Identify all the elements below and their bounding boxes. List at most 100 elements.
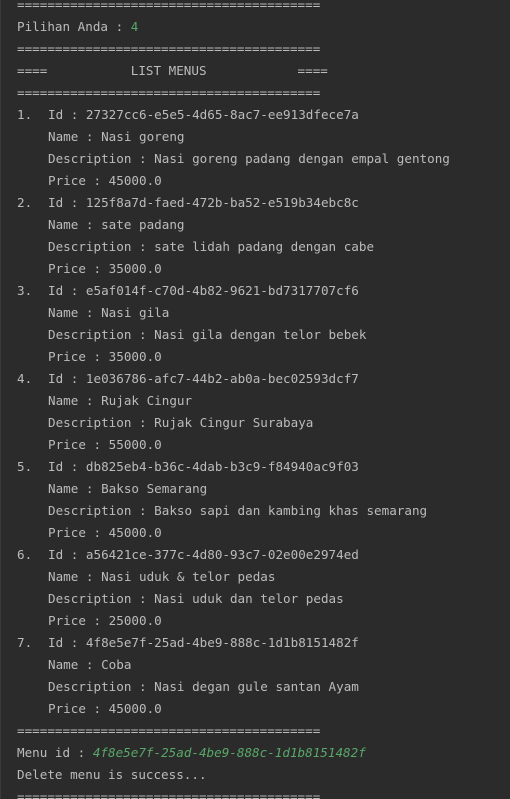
menu-price-line: Price : 25000.0 <box>17 610 450 632</box>
description-label: Description : <box>48 679 155 694</box>
id-label: Id : <box>48 195 86 210</box>
menu-description-value: Nasi goreng padang dengan empal gentong <box>154 151 450 166</box>
menu-entry: 4. Id : 1e036786-afc7-44b2-ab0a-bec02593d… <box>17 368 450 456</box>
separator-line: ======================================== <box>17 789 321 799</box>
menu-id-line: 1. Id : 27327cc6-e5e5-4d65-8ac7-ee913dfec… <box>17 104 450 126</box>
menu-id-value: db825eb4-b36c-4dab-b3c9-f84940ac9f03 <box>85 459 359 474</box>
separator-line: ======================================== <box>17 41 321 56</box>
menu-entry: 1. Id : 27327cc6-e5e5-4d65-8ac7-ee913dfec… <box>17 104 450 192</box>
description-label: Description : <box>48 239 155 254</box>
menu-name-line: Name : sate padang <box>17 214 450 236</box>
menu-entry: 5. Id : db825eb4-b36c-4dab-b3c9-f84940ac9… <box>17 456 450 544</box>
choice-prompt-line: Pilihan Anda : 4 <box>17 16 450 38</box>
menu-id-line: 7. Id : 4f8e5e7f-25ad-4be9-888c-1d1b81514… <box>17 632 450 654</box>
id-label: Id : <box>48 371 86 386</box>
menu-name-line: Name : Coba <box>17 654 450 676</box>
price-label: Price : <box>48 261 109 276</box>
menu-id-value: 27327cc6-e5e5-4d65-8ac7-ee913dfece7a <box>85 107 359 122</box>
menu-entry: 7. Id : 4f8e5e7f-25ad-4be9-888c-1d1b81514… <box>17 632 450 720</box>
menu-price-value: 35000.0 <box>108 261 162 276</box>
name-label: Name : <box>48 657 102 672</box>
result-message: Delete menu is success... <box>17 767 207 782</box>
menu-description-line: Description : sate lidah padang dengan c… <box>17 236 450 258</box>
menu-description-value: Nasi degan gule santan Ayam <box>154 679 359 694</box>
menu-price-value: 55000.0 <box>108 437 162 452</box>
menu-id-prompt-line: Menu id : 4f8e5e7f-25ad-4be9-888c-1d1b81… <box>17 742 450 764</box>
menu-name-value: sate padang <box>101 217 185 232</box>
menu-name-line: Name : Nasi uduk & telor pedas <box>17 566 450 588</box>
menu-description-line: Description : Nasi degan gule santan Aya… <box>17 676 450 698</box>
menu-name-line: Name : Bakso Semarang <box>17 478 450 500</box>
menu-entry: 2. Id : 125f8a7d-faed-472b-ba52-e519b34eb… <box>17 192 450 280</box>
menu-description-value: Nasi uduk dan telor pedas <box>154 591 344 606</box>
list-menus-header: ==== LIST MENUS ==== <box>17 63 328 78</box>
menu-id-line: 2. Id : 125f8a7d-faed-472b-ba52-e519b34eb… <box>17 192 450 214</box>
menu-number: 3. <box>17 283 33 298</box>
description-label: Description : <box>48 151 155 166</box>
menu-price-line: Price : 45000.0 <box>17 522 450 544</box>
choice-input-value: 4 <box>130 19 139 34</box>
menu-id-line: 3. Id : e5af014f-c70d-4b82-9621-bd7317707… <box>17 280 450 302</box>
description-label: Description : <box>48 415 155 430</box>
menu-price-line: Price : 35000.0 <box>17 258 450 280</box>
menu-entry: 6. Id : a56421ce-377c-4d80-93c7-02e00e297… <box>17 544 450 632</box>
menu-number: 6. <box>17 547 33 562</box>
menu-id-value: 4f8e5e7f-25ad-4be9-888c-1d1b8151482f <box>85 635 359 650</box>
menu-price-value: 25000.0 <box>108 613 162 628</box>
menu-name-value: Nasi gila <box>101 305 170 320</box>
menu-description-value: Nasi gila dengan telor bebek <box>154 327 367 342</box>
price-label: Price : <box>48 349 109 364</box>
price-label: Price : <box>48 173 109 188</box>
name-label: Name : <box>48 569 102 584</box>
menu-description-value: Bakso sapi dan kambing khas semarang <box>154 503 428 518</box>
menu-id-value: a56421ce-377c-4d80-93c7-02e00e2974ed <box>85 547 359 562</box>
id-label: Id : <box>48 107 86 122</box>
price-label: Price : <box>48 701 109 716</box>
name-label: Name : <box>48 129 102 144</box>
menu-description-line: Description : Rujak Cingur Surabaya <box>17 412 450 434</box>
separator-line: ======================================== <box>17 85 321 100</box>
menu-description-line: Description : Nasi gila dengan telor beb… <box>17 324 450 346</box>
price-label: Price : <box>48 525 109 540</box>
menu-number: 4. <box>17 371 33 386</box>
menu-price-line: Price : 55000.0 <box>17 434 450 456</box>
menu-id-line: 4. Id : 1e036786-afc7-44b2-ab0a-bec02593d… <box>17 368 450 390</box>
console-lines: ========================================… <box>17 0 450 799</box>
id-label: Id : <box>48 459 86 474</box>
choice-prompt-label: Pilihan Anda : <box>17 19 131 34</box>
menu-id-line: 6. Id : a56421ce-377c-4d80-93c7-02e00e297… <box>17 544 450 566</box>
menu-id-line: 5. Id : db825eb4-b36c-4dab-b3c9-f84940ac9… <box>17 456 450 478</box>
menu-id-input-value: 4f8e5e7f-25ad-4be9-888c-1d1b8151482f <box>92 745 366 760</box>
menu-name-line: Name : Nasi gila <box>17 302 450 324</box>
description-label: Description : <box>48 503 155 518</box>
menu-price-value: 45000.0 <box>108 701 162 716</box>
menu-name-value: Nasi goreng <box>101 129 185 144</box>
menu-description-value: Rujak Cingur Surabaya <box>154 415 314 430</box>
menu-name-value: Bakso Semarang <box>101 481 208 496</box>
separator-line: ======================================== <box>17 0 321 12</box>
menu-id-value: 1e036786-afc7-44b2-ab0a-bec02593dcf7 <box>85 371 359 386</box>
menu-name-line: Name : Rujak Cingur <box>17 390 450 412</box>
menu-name-line: Name : Nasi goreng <box>17 126 450 148</box>
price-label: Price : <box>48 437 109 452</box>
menu-name-value: Coba <box>101 657 132 672</box>
menu-name-value: Rujak Cingur <box>101 393 193 408</box>
id-label: Id : <box>48 547 86 562</box>
menu-number: 7. <box>17 635 33 650</box>
name-label: Name : <box>48 217 102 232</box>
menu-number: 1. <box>17 107 33 122</box>
menu-price-value: 45000.0 <box>108 173 162 188</box>
description-label: Description : <box>48 327 155 342</box>
menu-description-line: Description : Nasi uduk dan telor pedas <box>17 588 450 610</box>
price-label: Price : <box>48 613 109 628</box>
menu-id-value: 125f8a7d-faed-472b-ba52-e519b34ebc8c <box>85 195 359 210</box>
name-label: Name : <box>48 305 102 320</box>
menu-price-value: 45000.0 <box>108 525 162 540</box>
menu-price-line: Price : 35000.0 <box>17 346 450 368</box>
menu-name-value: Nasi uduk & telor pedas <box>101 569 276 584</box>
description-label: Description : <box>48 591 155 606</box>
menu-number: 2. <box>17 195 33 210</box>
menu-description-value: sate lidah padang dengan cabe <box>154 239 375 254</box>
console-output[interactable]: ========================================… <box>0 0 510 799</box>
id-label: Id : <box>48 635 86 650</box>
